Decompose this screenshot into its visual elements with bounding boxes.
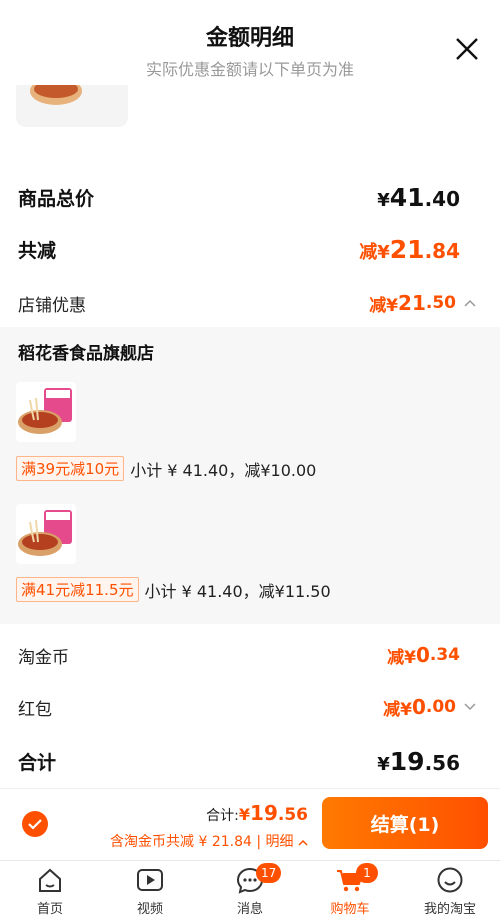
bar-sum: 合计: ¥19.56 bbox=[206, 801, 308, 825]
tab-cart[interactable]: 1 购物车 bbox=[300, 861, 400, 918]
close-icon[interactable] bbox=[454, 36, 480, 62]
sum-label: 合计 bbox=[18, 751, 57, 774]
chevron-up-icon[interactable] bbox=[298, 839, 308, 846]
total-reduce-row: 共减 减¥21.84 bbox=[18, 232, 460, 266]
subtotal-text: 小计 ¥ 41.40，减¥11.50 bbox=[144, 581, 331, 601]
page-title: 金额明细 bbox=[205, 26, 294, 51]
checkmark-icon bbox=[28, 819, 42, 830]
promo-tag: 满39元减10元 bbox=[16, 456, 125, 481]
bar-sum-label: 合计: bbox=[206, 808, 239, 824]
product-image[interactable] bbox=[16, 504, 76, 564]
total-price-label: 商品总价 bbox=[18, 187, 95, 210]
modal-header: 金额明细 实际优惠金额请以下单页为准 bbox=[0, 0, 500, 85]
shop-discount-label: 店铺优惠 bbox=[18, 295, 86, 316]
chevron-up-icon[interactable] bbox=[464, 299, 476, 307]
shop-name: 稻花香食品旗舰店 bbox=[18, 344, 154, 364]
total-price-row: 商品总价 ¥41.40 bbox=[18, 180, 460, 214]
noodle-product-icon bbox=[16, 382, 76, 442]
product-thumbnail-peek bbox=[16, 85, 128, 127]
noodle-product-icon bbox=[16, 504, 76, 564]
home-icon bbox=[39, 868, 61, 892]
tab-label: 我的淘宝 bbox=[423, 902, 476, 917]
product-image[interactable] bbox=[16, 382, 76, 442]
red-packet-row[interactable]: 红包 减¥ 0.00 bbox=[18, 690, 476, 724]
shop-discount-value[interactable]: 减¥ 21.50 bbox=[369, 291, 476, 316]
sum-row: 合计 ¥19.56 bbox=[18, 743, 460, 779]
discount-detail-link[interactable]: 含淘金币共减 ¥ 21.84 | 明细 bbox=[110, 831, 308, 851]
red-packet-value[interactable]: 减¥ 0.00 bbox=[383, 695, 476, 720]
unread-badge: 17 bbox=[256, 863, 282, 883]
noodle-bowl-icon bbox=[30, 85, 82, 105]
chevron-down-icon[interactable] bbox=[464, 703, 476, 711]
shop-discount-row[interactable]: 店铺优惠 减¥ 21.50 bbox=[18, 286, 476, 320]
tab-my-taobao[interactable]: 我的淘宝 bbox=[400, 861, 500, 918]
promo-line: 满41元减11.5元 小计 ¥ 41.40，减¥11.50 bbox=[16, 577, 331, 602]
promo-tag: 满41元减11.5元 bbox=[16, 577, 139, 602]
bar-sum-value: ¥19.56 bbox=[238, 801, 308, 825]
video-icon bbox=[137, 869, 163, 891]
smiley-icon bbox=[437, 867, 463, 893]
bottom-tab-bar: 首页 视频 17 消息 1 购物车 我的淘宝 bbox=[0, 860, 500, 918]
subtotal-text: 小计 ¥ 41.40，减¥10.00 bbox=[130, 460, 317, 480]
taobao-coin-row: 淘金币 减¥ 0.34 bbox=[18, 638, 460, 672]
tab-video[interactable]: 视频 bbox=[100, 861, 200, 918]
tab-label: 视频 bbox=[136, 902, 163, 917]
tab-home[interactable]: 首页 bbox=[0, 861, 100, 918]
page-subtitle: 实际优惠金额请以下单页为准 bbox=[145, 60, 354, 79]
total-reduce-value: 减¥21.84 bbox=[359, 234, 460, 264]
tab-messages[interactable]: 17 消息 bbox=[200, 861, 300, 918]
tab-label: 首页 bbox=[36, 902, 63, 917]
taobao-coin-label: 淘金币 bbox=[18, 647, 69, 668]
promo-line: 满39元减10元 小计 ¥ 41.40，减¥10.00 bbox=[16, 456, 316, 481]
cart-count-badge: 1 bbox=[356, 863, 378, 883]
shop-breakdown-panel: 稻花香食品旗舰店 满39元减10元 小计 ¥ 41.40，减¥10.00 满41… bbox=[0, 327, 500, 624]
tab-label: 购物车 bbox=[330, 902, 370, 917]
sum-value: ¥19.56 bbox=[377, 746, 460, 776]
checkout-button[interactable]: 结算(1) bbox=[322, 797, 488, 849]
red-packet-label: 红包 bbox=[18, 699, 52, 720]
select-all-checkbox[interactable] bbox=[22, 811, 48, 837]
total-price-value: ¥41.40 bbox=[377, 182, 460, 212]
checkout-bar: 合计: ¥19.56 含淘金币共减 ¥ 21.84 | 明细 结算(1) bbox=[0, 788, 500, 860]
total-reduce-label: 共减 bbox=[18, 239, 57, 262]
tab-label: 消息 bbox=[236, 902, 263, 917]
taobao-coin-value: 减¥ 0.34 bbox=[387, 643, 460, 668]
